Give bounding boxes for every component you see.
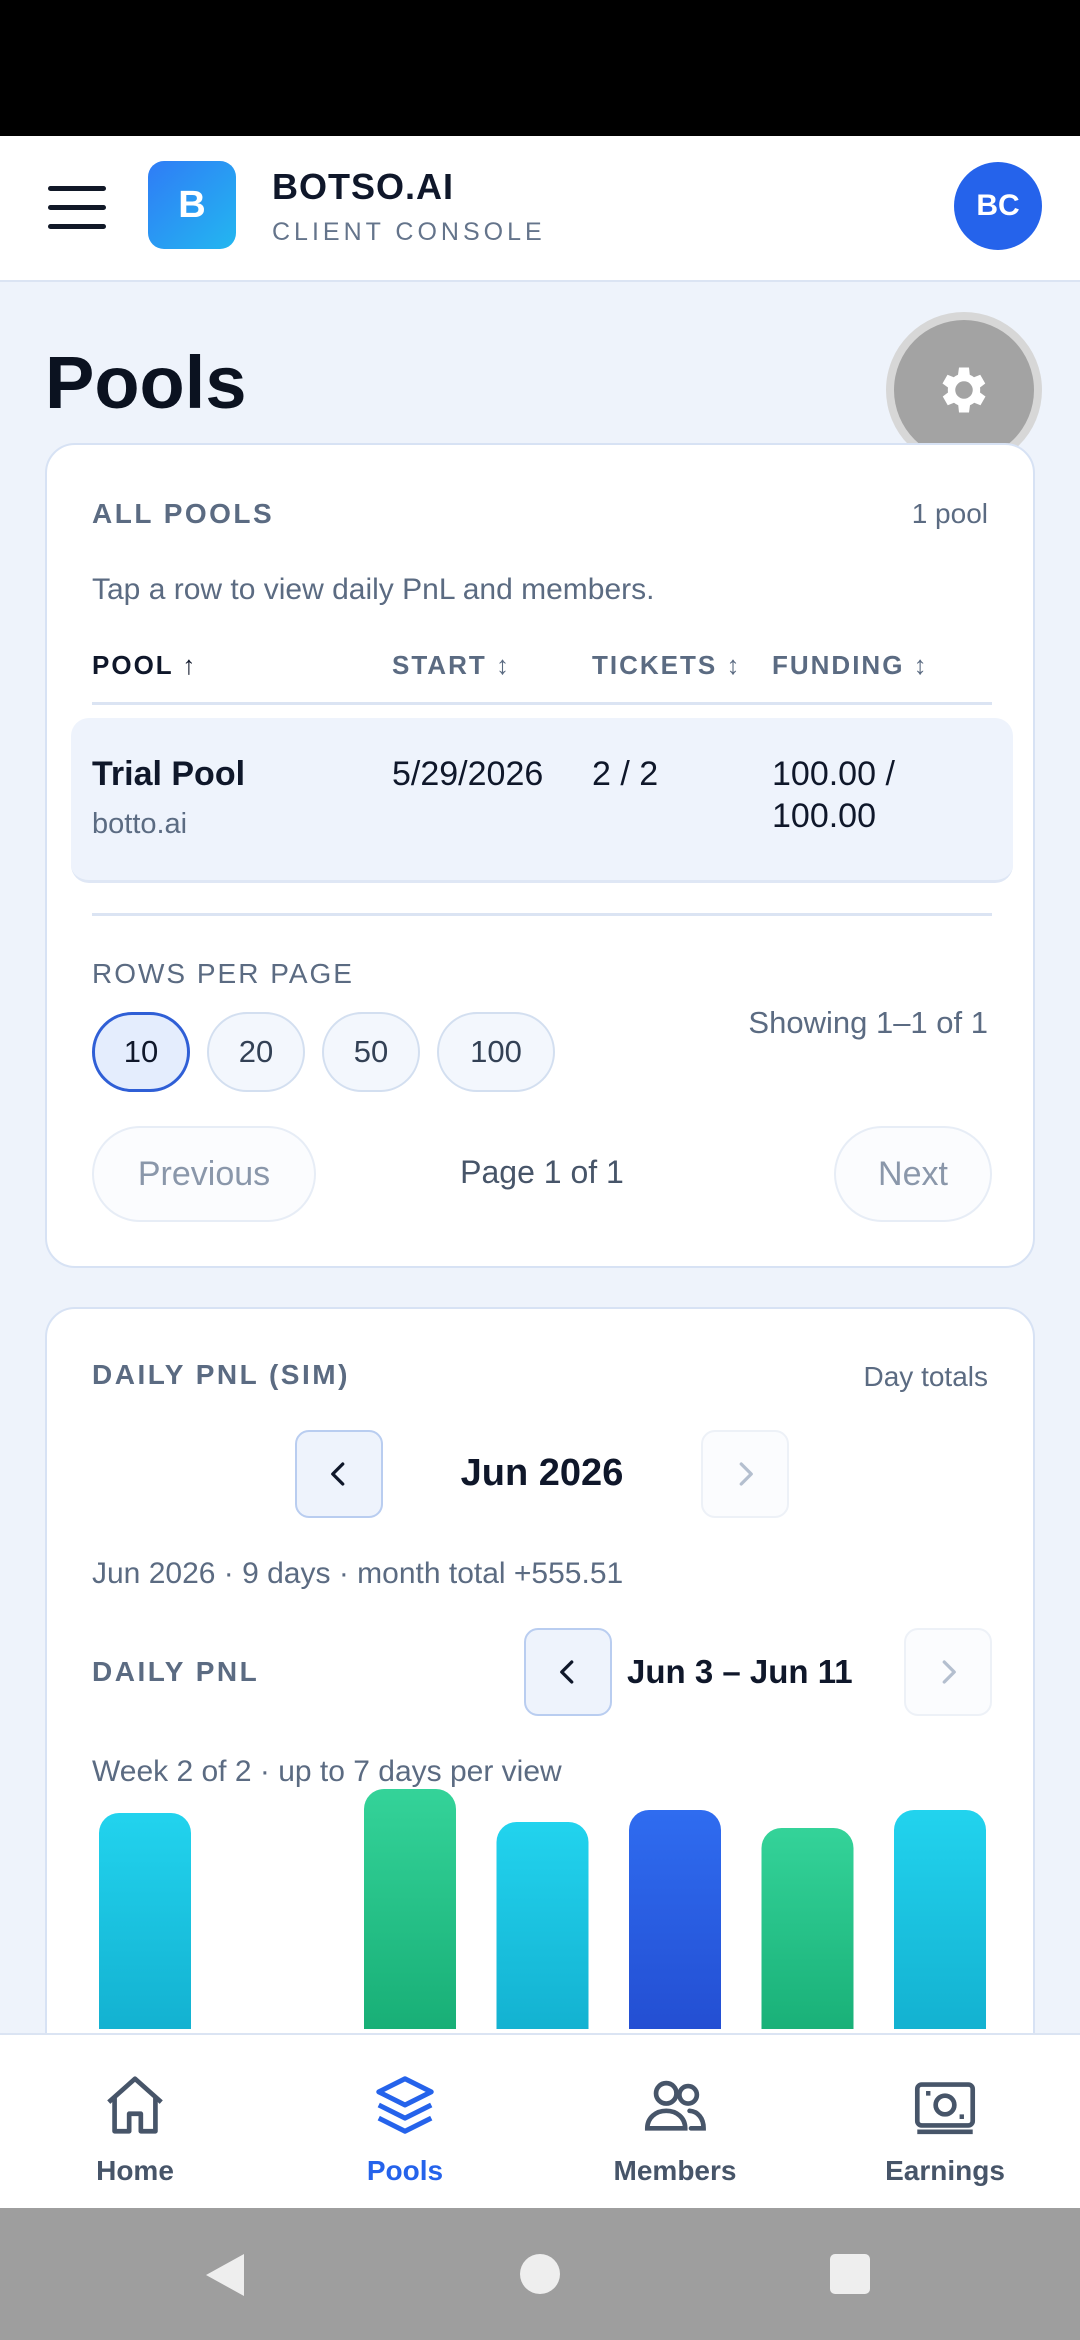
next-week-button[interactable]: [904, 1628, 992, 1716]
rows-per-page-option[interactable]: 50: [322, 1012, 420, 1092]
pnl-bar[interactable]: [761, 1828, 854, 2029]
pool-funding-line1: 100.00 /: [772, 755, 895, 793]
pool-tickets: 2 / 2: [592, 755, 659, 793]
rows-per-page-option[interactable]: 20: [207, 1012, 305, 1092]
section-title: DAILY PNL (SIM): [92, 1359, 350, 1390]
chevron-right-icon: [942, 1660, 956, 1684]
current-month: Jun 2026: [460, 1452, 624, 1494]
tab-label: Home: [96, 2155, 174, 2186]
pools-card: ALL POOLS 1 pool Tap a row to view daily…: [45, 443, 1035, 1268]
brand-subtitle: CLIENT CONSOLE: [272, 218, 546, 246]
column-header-funding[interactable]: FUNDING ↕: [772, 650, 929, 681]
pool-name: Trial Pool: [92, 755, 246, 793]
brand-logo: B: [148, 161, 236, 249]
settings-button[interactable]: [894, 320, 1034, 460]
rows-per-page-option[interactable]: 100: [437, 1012, 555, 1092]
showing-count: Showing 1–1 of 1: [748, 1005, 988, 1040]
column-header-tickets[interactable]: TICKETS ↕: [592, 650, 741, 681]
cash-icon: [910, 2070, 980, 2140]
tab-home[interactable]: Home: [0, 2035, 270, 2210]
tab-earnings[interactable]: Earnings: [810, 2035, 1080, 2210]
table-hint: Tap a row to view daily PnL and members.: [92, 573, 655, 606]
week-info: Week 2 of 2 · up to 7 days per view: [92, 1755, 562, 1788]
pnl-bar[interactable]: [99, 1813, 191, 2029]
column-header-pool[interactable]: POOL ↑: [92, 650, 197, 681]
daily-pnl-label: DAILY PNL: [92, 1656, 260, 1687]
month-summary: Jun 2026 · 9 days · month total +555.51: [92, 1557, 624, 1590]
tab-members[interactable]: Members: [540, 2035, 810, 2210]
pool-start: 5/29/2026: [392, 755, 544, 793]
pnl-bar[interactable]: [629, 1810, 721, 2029]
tab-label: Earnings: [885, 2155, 1005, 2186]
app-header: B BOTSO.AI CLIENT CONSOLE BC: [0, 136, 1080, 282]
next-month-button[interactable]: [701, 1430, 789, 1518]
tab-label: Members: [613, 2155, 737, 2186]
tab-label: Pools: [366, 2155, 444, 2186]
avatar[interactable]: BC: [954, 162, 1042, 250]
pnl-bar[interactable]: [364, 1789, 456, 2029]
daily-pnl-chart: [99, 1789, 986, 2029]
week-range: Jun 3 – Jun 11: [627, 1653, 853, 1690]
section-title: ALL POOLS: [92, 498, 275, 529]
next-button[interactable]: Next: [834, 1126, 992, 1222]
recents-icon[interactable]: [829, 2253, 871, 2295]
column-header-start[interactable]: START ↕: [392, 650, 511, 681]
home-icon: [100, 2070, 170, 2140]
status-bar: [0, 0, 1080, 136]
pool-funding-line2: 100.00: [772, 797, 876, 835]
pool-host: botto.ai: [92, 808, 188, 840]
rows-per-page-option[interactable]: 10: [92, 1012, 190, 1092]
menu-icon[interactable]: [48, 186, 106, 230]
back-icon[interactable]: [200, 2250, 250, 2300]
users-icon: [640, 2070, 710, 2140]
system-navigation-bar: [0, 2208, 1080, 2340]
prev-week-button[interactable]: [524, 1628, 612, 1716]
totals-label: Day totals: [863, 1361, 989, 1392]
divider: [92, 913, 992, 916]
chevron-right-icon: [739, 1462, 753, 1486]
brand-name: BOTSO.AI: [272, 166, 455, 207]
chevron-left-icon: [560, 1660, 574, 1684]
bottom-nav: Home Pools Members Earnings: [0, 2033, 1080, 2208]
divider: [92, 702, 992, 705]
table-row[interactable]: Trial Pool botto.ai 5/29/2026 2 / 2 100.…: [71, 718, 1013, 883]
layers-icon: [370, 2070, 440, 2140]
page-title: Pools: [45, 341, 247, 424]
rows-per-page-label: ROWS PER PAGE: [92, 958, 354, 989]
tab-pools[interactable]: Pools: [270, 2035, 540, 2210]
home-circle-icon[interactable]: [519, 2253, 561, 2295]
gear-icon: [942, 367, 986, 413]
pnl-bar[interactable]: [894, 1810, 986, 2029]
pnl-bar[interactable]: [496, 1822, 589, 2029]
pool-count: 1 pool: [911, 498, 988, 529]
